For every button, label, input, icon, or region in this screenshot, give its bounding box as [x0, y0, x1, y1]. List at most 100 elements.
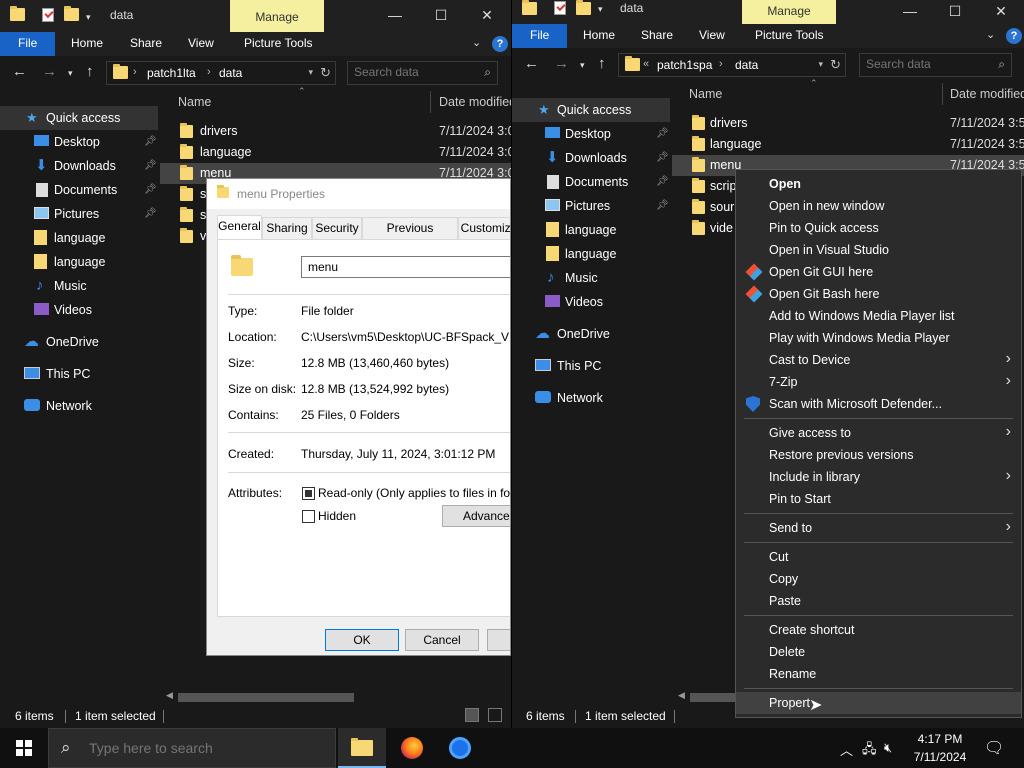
readonly-checkbox[interactable] — [302, 487, 315, 500]
menu-item-open[interactable]: Open — [736, 173, 1021, 195]
menu-item-wmp-add[interactable]: Add to Windows Media Player list — [736, 305, 1021, 327]
nav-desktop[interactable]: Desktop 📌︎ — [512, 122, 670, 146]
new-folder-icon[interactable] — [576, 0, 591, 16]
nav-this-pc[interactable]: This PC — [512, 354, 670, 378]
menu-item-send-to[interactable]: Send to › — [736, 517, 1021, 539]
menu-item-cut[interactable]: Cut — [736, 546, 1021, 568]
back-button[interactable]: ← — [12, 63, 27, 80]
minimize-button[interactable]: — — [380, 4, 410, 26]
nav-language[interactable]: language — [0, 250, 158, 274]
quick-access-toolbar-dropdown-icon[interactable]: ▾ — [86, 12, 91, 23]
forward-button[interactable]: → — [554, 55, 569, 72]
close-button[interactable]: ✕ — [472, 4, 502, 26]
address-dropdown-icon[interactable]: ▾ — [818, 59, 823, 70]
properties-check-icon[interactable] — [554, 1, 568, 15]
taskbar-search-box[interactable]: ⌕ — [48, 728, 336, 768]
column-date-modified[interactable]: Date modified — [439, 95, 511, 109]
column-date-modified[interactable]: Date modified — [950, 87, 1024, 101]
menu-item-copy[interactable]: Copy — [736, 568, 1021, 590]
minimize-button[interactable]: — — [895, 0, 925, 22]
column-divider[interactable] — [942, 83, 943, 105]
tab-home[interactable]: Home — [71, 32, 103, 56]
pin-icon[interactable]: 📌︎ — [656, 170, 669, 194]
maximize-button[interactable]: ☐ — [426, 4, 456, 26]
nav-downloads[interactable]: ⬇ Downloads 📌︎ — [512, 146, 670, 170]
menu-item-wmp-play[interactable]: Play with Windows Media Player — [736, 327, 1021, 349]
menu-item-rename[interactable]: Rename — [736, 663, 1021, 685]
help-icon[interactable]: ? — [1006, 28, 1022, 44]
search-box[interactable]: ⌕ — [347, 61, 498, 85]
breadcrumb-patch[interactable]: patch1lta — [147, 66, 196, 80]
menu-item-restore-versions[interactable]: Restore previous versions — [736, 444, 1021, 466]
nav-downloads[interactable]: ⬇ Downloads 📌︎ — [0, 154, 158, 178]
hidden-label[interactable]: Hidden — [318, 509, 356, 523]
apply-button[interactable] — [487, 629, 510, 651]
title-bar[interactable]: ▾ data Manage — ☐ ✕ — [0, 0, 511, 32]
chrome-taskbar-button[interactable] — [436, 728, 484, 768]
column-divider[interactable] — [430, 91, 431, 113]
recent-locations-chevron-icon[interactable]: ▾ — [580, 60, 585, 71]
properties-check-icon[interactable] — [42, 8, 56, 22]
nav-pictures[interactable]: Pictures 📌︎ — [0, 202, 158, 226]
tab-sharing[interactable]: Sharing — [262, 217, 312, 239]
breadcrumb-data[interactable]: data — [219, 66, 242, 80]
tab-general[interactable]: General — [217, 215, 262, 240]
help-icon[interactable]: ? — [492, 36, 508, 52]
tab-share[interactable]: Share — [130, 32, 162, 56]
tab-previous-versions[interactable]: Previous Versions — [362, 217, 458, 255]
tab-file[interactable]: File — [512, 24, 568, 48]
maximize-button[interactable]: ☐ — [940, 0, 970, 22]
menu-item-delete[interactable]: Delete — [736, 641, 1021, 663]
pin-icon[interactable]: 📌︎ — [144, 202, 157, 226]
nav-language[interactable]: language — [0, 226, 158, 250]
pin-icon[interactable]: 📌︎ — [144, 130, 157, 154]
cancel-button[interactable]: Cancel — [405, 629, 479, 651]
menu-item-pin-quick-access[interactable]: Pin to Quick access — [736, 217, 1021, 239]
nav-music[interactable]: ♪ Music — [512, 266, 670, 290]
menu-item-open-visual-studio[interactable]: Open in Visual Studio — [736, 239, 1021, 261]
menu-item-git-gui[interactable]: Open Git GUI here — [736, 261, 1021, 283]
menu-item-open-new-window[interactable]: Open in new window — [736, 195, 1021, 217]
nav-desktop[interactable]: Desktop 📌︎ — [0, 130, 158, 154]
address-dropdown-icon[interactable]: ▾ — [308, 67, 313, 78]
pin-icon[interactable]: 📌︎ — [656, 146, 669, 170]
breadcrumb-data[interactable]: data — [735, 58, 758, 72]
ribbon-expand-chevron-icon[interactable]: ⌄ — [472, 36, 481, 49]
tab-file[interactable]: File — [0, 32, 56, 56]
nav-network[interactable]: Network — [512, 386, 670, 410]
tab-view[interactable]: View — [699, 24, 725, 48]
forward-button[interactable]: → — [42, 63, 57, 80]
details-view-button[interactable] — [465, 708, 479, 722]
pin-icon[interactable]: 📌︎ — [656, 194, 669, 218]
refresh-icon[interactable]: ↻ — [320, 65, 331, 81]
volume-muted-icon[interactable]: 🔇︎ — [884, 740, 892, 756]
menu-item-create-shortcut[interactable]: Create shortcut — [736, 619, 1021, 641]
nav-pictures[interactable]: Pictures 📌︎ — [512, 194, 670, 218]
address-bar[interactable]: « patch1spa › data ▾ ↻ — [618, 53, 846, 77]
pin-icon[interactable]: 📌︎ — [144, 154, 157, 178]
file-row[interactable]: drivers 7/11/2024 3:0 — [160, 121, 511, 142]
nav-language[interactable]: language — [512, 218, 670, 242]
menu-item-7zip[interactable]: 7-Zip › — [736, 371, 1021, 393]
up-button[interactable]: ↑ — [86, 63, 94, 80]
scrollbar-thumb[interactable] — [178, 693, 354, 702]
search-input[interactable] — [866, 57, 976, 71]
menu-item-include-library[interactable]: Include in library › — [736, 466, 1021, 488]
large-icons-view-button[interactable] — [488, 708, 502, 722]
tab-home[interactable]: Home — [583, 24, 615, 48]
network-tray-icon[interactable]: 🖧︎ — [862, 740, 877, 762]
column-name[interactable]: Name — [178, 95, 211, 109]
menu-item-properties[interactable]: Propert — [736, 692, 1021, 714]
readonly-label[interactable]: Read-only (Only applies to files in fold… — [318, 486, 510, 500]
nav-videos[interactable]: Videos — [0, 298, 158, 322]
file-row[interactable]: language 7/11/2024 3:0 — [160, 142, 511, 163]
show-hidden-icons-chevron-icon[interactable]: ︿ — [840, 740, 853, 759]
nav-documents[interactable]: Documents 📌︎ — [512, 170, 670, 194]
nav-onedrive[interactable]: ☁ OneDrive — [512, 322, 670, 346]
nav-documents[interactable]: Documents 📌︎ — [0, 178, 158, 202]
nav-music[interactable]: ♪ Music — [0, 274, 158, 298]
menu-item-defender-scan[interactable]: Scan with Microsoft Defender... — [736, 393, 1021, 415]
scroll-left-arrow-icon[interactable]: ◀ — [166, 690, 173, 701]
ribbon-expand-chevron-icon[interactable]: ⌄ — [986, 28, 995, 41]
search-input[interactable] — [354, 65, 464, 79]
